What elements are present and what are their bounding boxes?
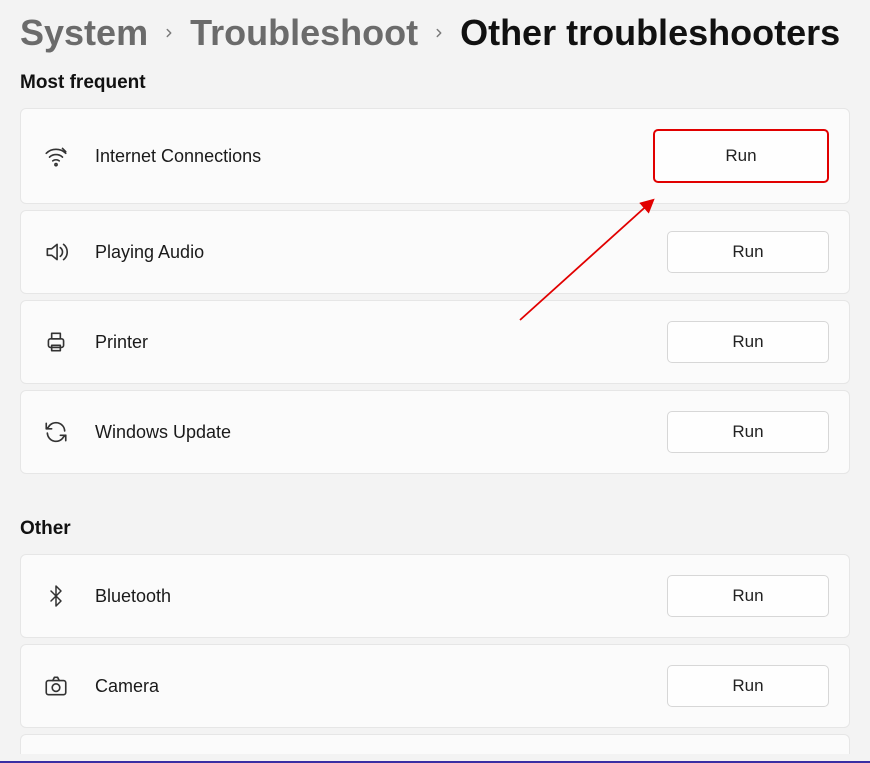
troubleshooter-row-camera: Camera Run [20,644,850,728]
breadcrumb-system[interactable]: System [20,12,148,54]
troubleshooter-row-bluetooth: Bluetooth Run [20,554,850,638]
run-button-bluetooth[interactable]: Run [667,575,829,617]
run-button-camera[interactable]: Run [667,665,829,707]
troubleshooter-label: Bluetooth [95,586,667,607]
run-button-internet[interactable]: Run [653,129,829,183]
chevron-right-icon [162,26,176,40]
troubleshooter-row-update: Windows Update Run [20,390,850,474]
run-button-printer[interactable]: Run [667,321,829,363]
breadcrumb-troubleshoot[interactable]: Troubleshoot [190,12,418,54]
troubleshooter-row-printer: Printer Run [20,300,850,384]
section-title-most-frequent: Most frequent [20,72,850,94]
camera-icon [41,671,71,701]
troubleshooter-row-audio: Playing Audio Run [20,210,850,294]
chevron-right-icon [432,26,446,40]
bluetooth-icon [41,581,71,611]
troubleshooter-label: Printer [95,332,667,353]
update-icon [41,417,71,447]
troubleshooter-label: Playing Audio [95,242,667,263]
printer-icon [41,327,71,357]
troubleshooter-label: Windows Update [95,422,667,443]
troubleshooter-label: Internet Connections [95,146,653,167]
breadcrumb: System Troubleshoot Other troubleshooter… [20,12,850,54]
page-title: Other troubleshooters [460,12,840,54]
troubleshooter-label: Camera [95,676,667,697]
section-title-other: Other [20,518,850,540]
run-button-audio[interactable]: Run [667,231,829,273]
audio-icon [41,237,71,267]
troubleshooter-row-partial [20,734,850,754]
troubleshooter-row-internet: Internet Connections Run [20,108,850,204]
run-button-update[interactable]: Run [667,411,829,453]
wifi-icon [41,141,71,171]
